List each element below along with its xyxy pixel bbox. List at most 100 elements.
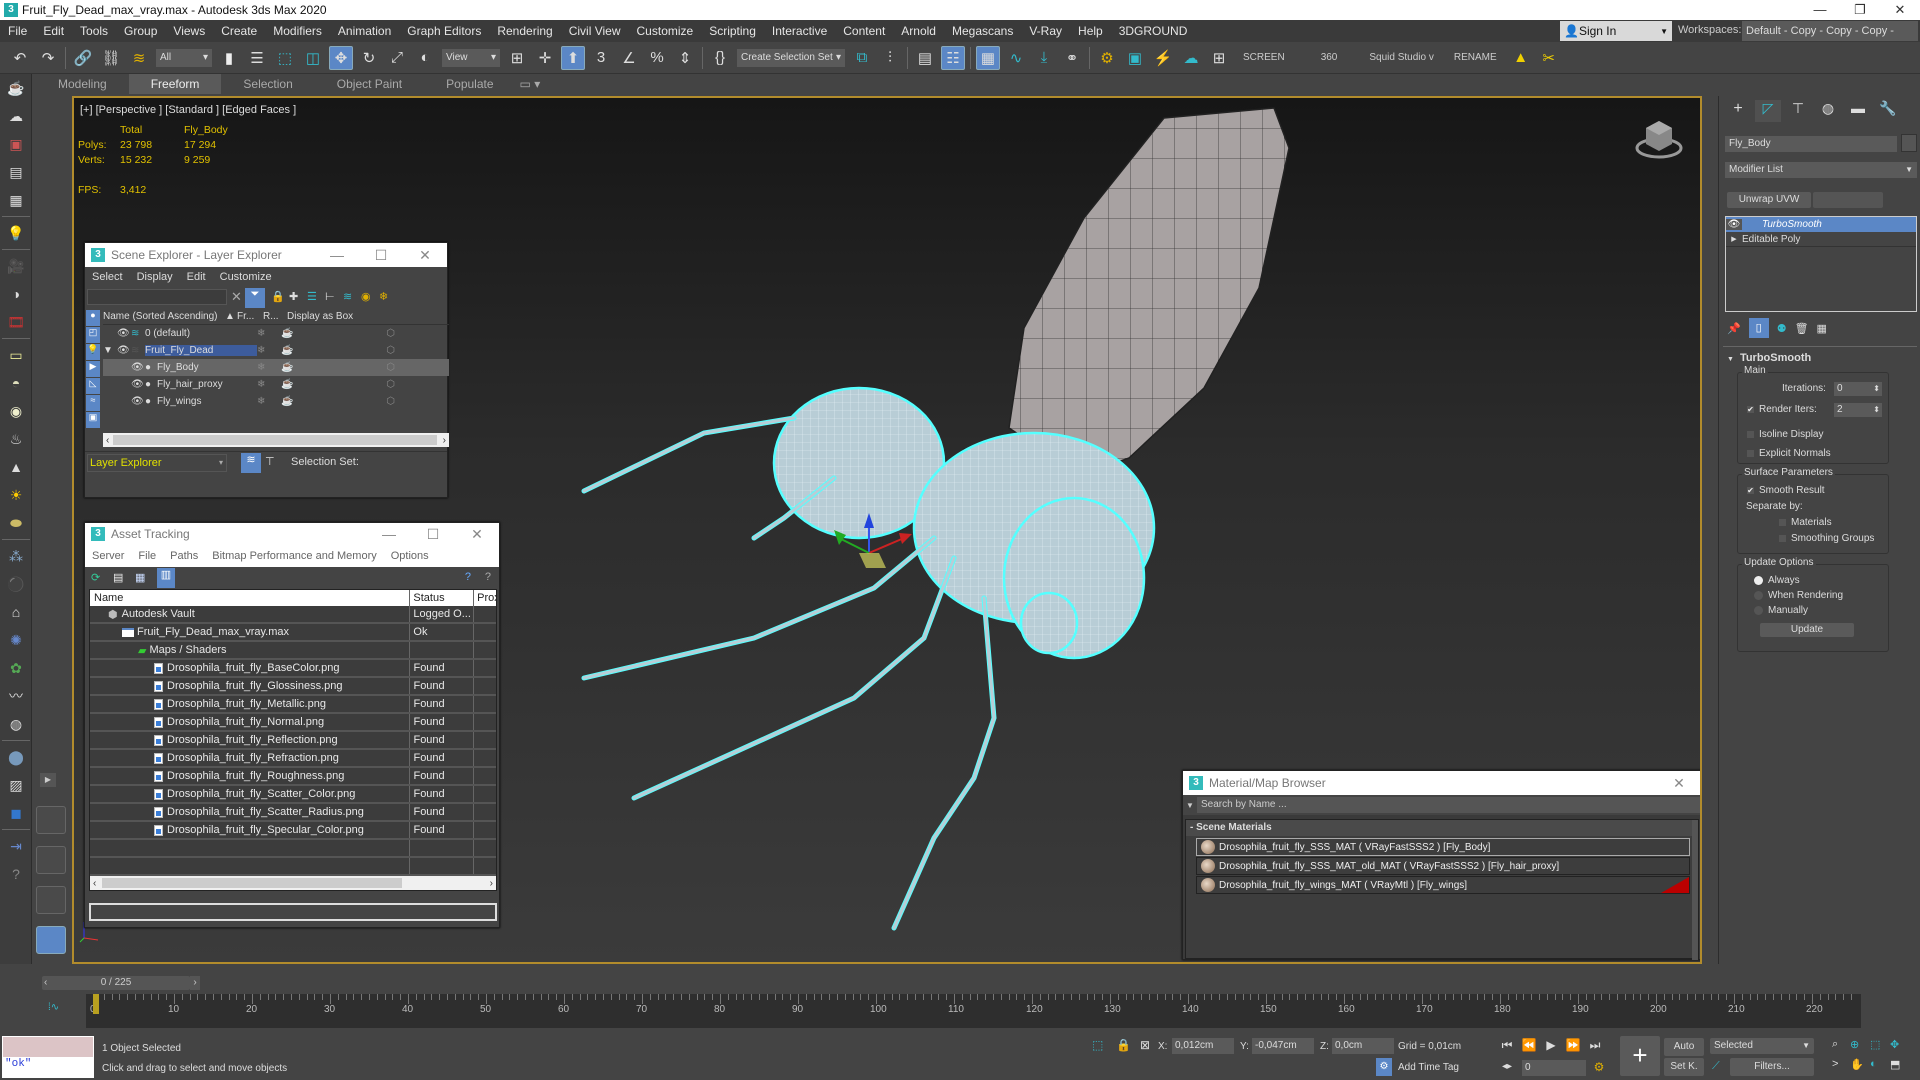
squid-studio-button[interactable]: Squid Studio v [1369,52,1434,63]
column-name[interactable]: Name (Sorted Ascending) [103,311,225,322]
visibility-eye-icon[interactable]: 👁 [1726,219,1742,230]
menu-edit[interactable]: Edit [35,20,72,42]
layer-explorer-toggle-icon[interactable]: ≋ [241,453,261,473]
current-frame-field[interactable]: 0 [1522,1060,1586,1076]
isolate-selection-icon[interactable]: ⬚ [1092,1038,1103,1052]
menu-help[interactable]: Help [1070,20,1111,42]
update-when-rendering-radio[interactable] [1754,590,1763,600]
asset-row[interactable]: Drosophila_fruit_fly_Glossiness.png Found [90,678,496,696]
column-status[interactable]: Status [410,590,475,606]
zoom-extents-icon[interactable]: ⬚ [1870,1038,1880,1051]
menu-server[interactable]: Server [85,550,131,562]
box-icon[interactable]: ⬡ [305,328,395,339]
prev-frame-icon[interactable]: ‹ [44,976,47,990]
screen-button[interactable]: SCREEN [1243,52,1285,63]
next-key-icon[interactable]: ⏩ [1564,1036,1582,1054]
hierarchy-toggle-icon[interactable]: ⊤ [265,455,275,468]
hierarchy-tab-icon[interactable]: ⊤ [1785,100,1811,122]
list-view-icon[interactable]: ▤ [113,571,123,584]
tab-freeform[interactable]: Freeform [128,74,222,94]
menu-file[interactable]: File [0,20,35,42]
render-teapot-icon[interactable]: ☕ [281,396,305,407]
undo-icon[interactable]: ↶ [8,46,32,70]
set-key-button[interactable]: Set K. [1664,1058,1704,1076]
update-manually-radio[interactable] [1754,605,1763,615]
vray-dome-light-icon[interactable]: ◓ [0,369,32,397]
new-layer-icon[interactable]: ✚ [289,290,298,303]
lock-icon[interactable]: 🔒 [271,290,285,303]
zoom-all-icon[interactable]: ⊕ [1850,1038,1859,1051]
box-icon[interactable]: ⬡ [305,362,395,373]
schematic-view-icon[interactable]: ⤓ [1032,46,1056,70]
freeze-icon[interactable]: ❄ [257,345,281,356]
help-icon[interactable]: ? [0,860,32,888]
close-button[interactable]: ✕ [1657,775,1700,792]
minimize-button[interactable]: — [315,247,359,264]
scene-search-input[interactable] [87,289,227,305]
select-and-scale-icon[interactable]: ⤢ [385,46,409,70]
key-mode-icon[interactable]: ◂▸ [1498,1058,1516,1076]
pin-stack-icon[interactable]: 📌 [1727,322,1741,335]
vray-sun-icon[interactable]: ☀ [0,481,32,509]
helper-icon[interactable]: ◑ [0,280,32,308]
menu-customize[interactable]: Customize [629,20,702,42]
stack-item-editable-poly[interactable]: ▶ Editable Poly [1726,232,1916,247]
configure-modifier-sets-icon[interactable]: ▦ [1817,322,1827,335]
groups-filter-icon[interactable]: ▣ [86,412,100,428]
column-name[interactable]: Name [90,590,411,606]
align-icon[interactable]: ⫶ [878,46,902,70]
column-frozen[interactable]: Fr... [237,311,263,322]
curve-editor-toggle-icon[interactable]: ⁞∿ [48,1002,59,1013]
render-teapot-icon[interactable]: ☕ [281,379,305,390]
smooth-result-checkbox[interactable]: ✔ [1746,485,1755,495]
menu-paths[interactable]: Paths [163,550,205,562]
asset-row[interactable]: Drosophila_fruit_fly_Scatter_Color.png Fo… [90,786,496,804]
teapot-icon[interactable]: ☕ [0,74,32,102]
render-frame-icon[interactable]: ▣ [0,130,32,158]
menu-customize[interactable]: Customize [213,271,279,283]
visibility-eye-icon[interactable]: 👁 [117,345,131,356]
rendered-frame-window-icon[interactable]: ▣ [1123,46,1147,70]
menu-content[interactable]: Content [835,20,893,42]
menu-3dground[interactable]: 3DGROUND [1111,20,1196,42]
iterations-spinner[interactable]: 0 [1834,382,1882,396]
asset-row[interactable]: Drosophila_fruit_fly_Specular_Color.png F… [90,822,496,840]
vertical-scrollbar[interactable] [1692,820,1698,960]
shapes-icon[interactable]: ☁ [0,102,32,130]
expand-icon[interactable]: ▶ [1726,235,1742,243]
auto-key-button[interactable]: Auto [1664,1038,1704,1056]
bind-space-warp-icon[interactable]: ≋ [127,46,151,70]
render-teapot-icon[interactable]: ☕ [281,362,305,373]
asset-row[interactable]: Drosophila_fruit_fly_Scatter_Radius.png F… [90,804,496,822]
menu-modifiers[interactable]: Modifiers [265,20,330,42]
asset-row[interactable]: Drosophila_fruit_fly_Refraction.png Found [90,750,496,768]
motion-tab-icon[interactable]: ◍ [1815,100,1841,122]
expand-icon[interactable]: ▼ [103,345,117,356]
tab-populate[interactable]: Populate [424,74,515,94]
help-icon[interactable]: ? [465,571,471,583]
maxscript-listener-input[interactable] [2,1036,94,1058]
maximize-button[interactable]: ❐ [1840,0,1880,20]
menu-tools[interactable]: Tools [72,20,116,42]
y-coord-field[interactable]: -0,047cm [1252,1038,1314,1054]
layers-icon[interactable]: ≋ [343,290,352,303]
z-coord-field[interactable]: 0,0cm [1332,1038,1394,1054]
freeze-icon[interactable]: ❄ [379,290,388,303]
menu-animation[interactable]: Animation [330,20,399,42]
scene-explorer-titlebar[interactable]: 3 Scene Explorer - Layer Explorer — ☐ ✕ [85,243,447,267]
stack-item-turbosmooth[interactable]: 👁 TurboSmooth [1726,217,1916,232]
keyboard-shortcut-override-icon[interactable]: ⬆ [561,45,585,70]
horizontal-scrollbar[interactable]: ‹ › [90,876,496,890]
new-key-button[interactable]: + [1620,1036,1660,1076]
selection-filter-select[interactable]: All ▾ [156,48,212,67]
asset-row[interactable]: Drosophila_fruit_fly_Reflection.png Found [90,732,496,750]
box-icon[interactable]: ⬡ [305,379,395,390]
hierarchy-icon[interactable]: ⊢ [325,290,335,303]
named-selection-select[interactable]: Create Selection Set ▾ [737,48,845,67]
menu-display[interactable]: Display [130,271,180,283]
freeze-icon[interactable]: ❄ [257,328,281,339]
freeze-icon[interactable]: ❄ [257,396,281,407]
spinner-snap-icon[interactable]: ⇕ [673,46,697,70]
render-production-icon[interactable]: ⚡ [1151,46,1175,70]
vray-ambient-light-icon[interactable]: ⬬ [0,509,32,537]
